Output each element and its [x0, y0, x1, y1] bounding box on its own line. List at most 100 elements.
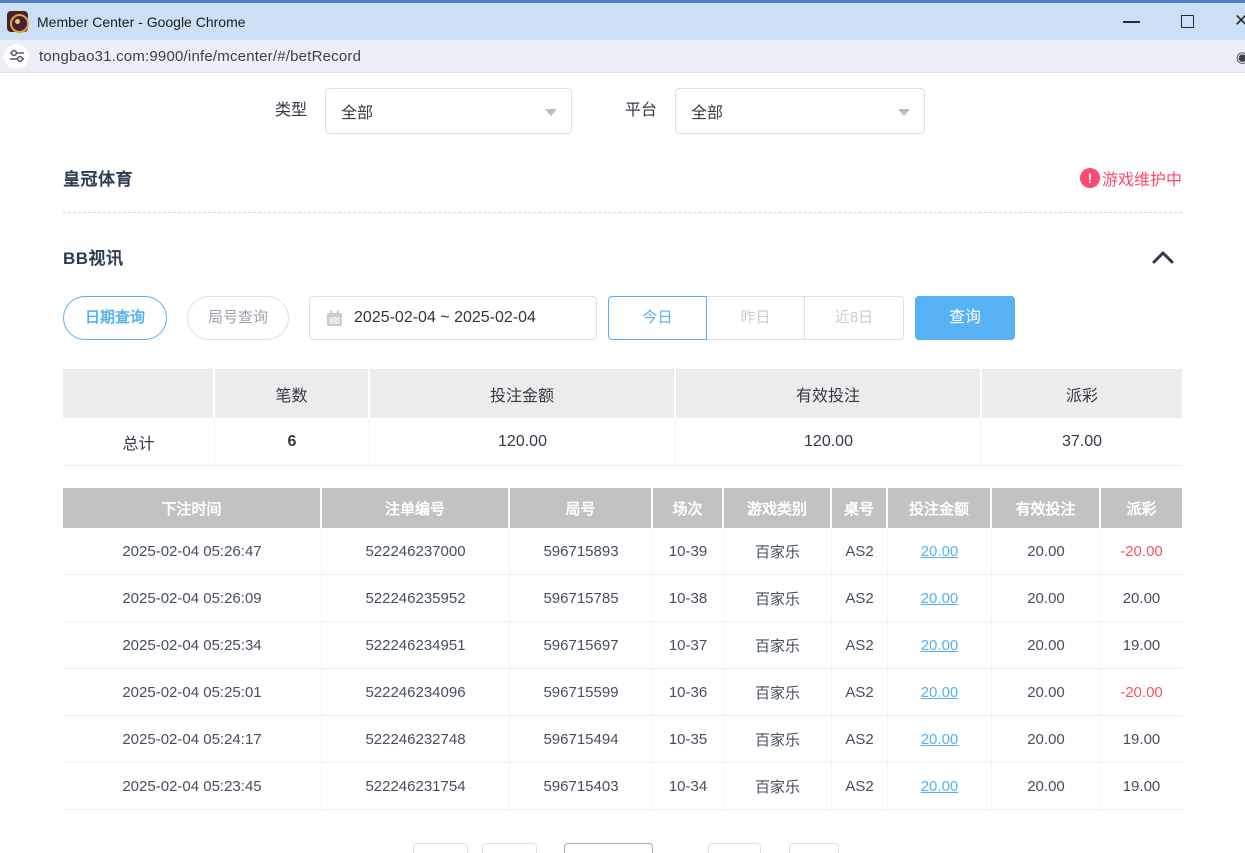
- bet-cell: 19.00: [1101, 716, 1182, 763]
- bet-header-cell: 注单编号: [322, 488, 510, 528]
- bet-head-row: 下注时间注单编号局号场次游戏类别桌号投注金额有效投注派彩: [63, 488, 1182, 528]
- platform-filter-label: 平台: [625, 88, 657, 134]
- pagination-button[interactable]: [708, 843, 761, 853]
- bet-cell: 百家乐: [724, 528, 832, 575]
- recording-indicator-icon[interactable]: ◉: [1236, 48, 1245, 66]
- date-range-value: 2025-02-04 ~ 2025-02-04: [354, 309, 536, 327]
- bet-cell: 596715785: [510, 575, 653, 622]
- bet-amount-link[interactable]: 20.00: [921, 543, 959, 560]
- bet-cell: 2025-02-04 05:23:45: [63, 763, 322, 810]
- bet-cell: 2025-02-04 05:25:01: [63, 669, 322, 716]
- bet-cell: AS2: [832, 622, 888, 669]
- bet-cell: AS2: [832, 716, 888, 763]
- summary-header-cell: 笔数: [215, 369, 370, 418]
- bet-cell: 522246234951: [322, 622, 510, 669]
- quick-range-group: 今日 昨日 近8日: [608, 296, 904, 340]
- bet-cell: 百家乐: [724, 622, 832, 669]
- bet-cell: 20.00: [888, 763, 992, 810]
- pagination-button[interactable]: [482, 843, 537, 853]
- bet-amount-link[interactable]: 20.00: [921, 684, 959, 701]
- search-button[interactable]: 查询: [915, 296, 1015, 340]
- close-button-icon[interactable]: ✕: [1234, 11, 1245, 31]
- last-8-days-button[interactable]: 近8日: [805, 296, 904, 340]
- summary-value-cell: 120.00: [676, 418, 982, 466]
- summary-header-cell: 派彩: [982, 369, 1182, 418]
- bet-cell: 522246234096: [322, 669, 510, 716]
- bet-header-cell: 下注时间: [63, 488, 322, 528]
- bet-header-cell: 场次: [653, 488, 724, 528]
- bet-cell: 10-35: [653, 716, 724, 763]
- table-row: 2025-02-04 05:23:45522246231754596715403…: [63, 763, 1182, 810]
- table-row: 2025-02-04 05:26:47522246237000596715893…: [63, 528, 1182, 575]
- page-content: 类型 全部 平台 全部 皇冠体育 ! 游戏维护中 BB视讯: [0, 88, 1245, 853]
- bet-cell: AS2: [832, 669, 888, 716]
- summary-value-cell: 120.00: [370, 418, 676, 466]
- bet-cell: 20.00: [992, 622, 1101, 669]
- summary-header-cell: 投注金额: [370, 369, 676, 418]
- bet-cell: 20.00: [888, 669, 992, 716]
- bet-cell: -20.00: [1101, 528, 1182, 575]
- bet-cell: 百家乐: [724, 763, 832, 810]
- bet-cell: 20.00: [888, 575, 992, 622]
- pagination-current-page[interactable]: [564, 843, 653, 853]
- table-row: 2025-02-04 05:25:34522246234951596715697…: [63, 622, 1182, 669]
- summary-body-row: 总计6120.00120.0037.00: [63, 418, 1182, 466]
- chevron-down-icon: [545, 109, 557, 116]
- bet-cell: 2025-02-04 05:26:47: [63, 528, 322, 575]
- date-range-input[interactable]: 2025-02-04 ~ 2025-02-04: [309, 296, 597, 340]
- bet-cell: AS2: [832, 763, 888, 810]
- maximize-button-icon[interactable]: [1181, 15, 1194, 28]
- platform-select[interactable]: 全部: [675, 88, 925, 134]
- chevron-up-icon[interactable]: [1152, 250, 1174, 264]
- url-text[interactable]: tongbao31.com:9900/infe/mcenter/#/betRec…: [39, 48, 361, 65]
- pagination-button[interactable]: [413, 843, 468, 853]
- minimize-button-icon[interactable]: [1123, 21, 1140, 23]
- bet-cell: 522246235952: [322, 575, 510, 622]
- bet-cell: 522246237000: [322, 528, 510, 575]
- yesterday-button[interactable]: 昨日: [707, 296, 805, 340]
- maintenance-status-badge: ! 游戏维护中: [1080, 166, 1182, 190]
- bet-cell: 10-39: [653, 528, 724, 575]
- table-row: 2025-02-04 05:26:09522246235952596715785…: [63, 575, 1182, 622]
- summary-value-cell: 6: [215, 418, 370, 466]
- summary-head-row: 笔数投注金额有效投注派彩: [63, 369, 1182, 418]
- summary-header-cell: [63, 369, 215, 418]
- date-query-button[interactable]: 日期查询: [63, 296, 167, 340]
- bet-cell: 19.00: [1101, 763, 1182, 810]
- bet-cell: AS2: [832, 575, 888, 622]
- bet-cell: -20.00: [1101, 669, 1182, 716]
- bet-cell: 百家乐: [724, 669, 832, 716]
- bet-cell: 596715697: [510, 622, 653, 669]
- bet-cell: 20.00: [992, 575, 1101, 622]
- browser-window: Member Center - Google Chrome ✕ tongbao3…: [0, 0, 1245, 853]
- bet-records-table: 下注时间注单编号局号场次游戏类别桌号投注金额有效投注派彩 2025-02-04 …: [63, 488, 1182, 810]
- bet-header-cell: 局号: [510, 488, 653, 528]
- calendar-icon: [326, 310, 343, 327]
- platform-select-value: 全部: [691, 99, 723, 123]
- title-bar: Member Center - Google Chrome ✕: [0, 0, 1245, 40]
- today-button[interactable]: 今日: [608, 296, 707, 340]
- summary-row-label: 总计: [63, 418, 215, 466]
- site-settings-icon[interactable]: [4, 44, 29, 69]
- bet-cell: 20.00: [992, 528, 1101, 575]
- bb-live-title: BB视讯: [63, 244, 124, 269]
- bet-cell: 2025-02-04 05:24:17: [63, 716, 322, 763]
- bet-amount-link[interactable]: 20.00: [921, 590, 959, 607]
- bet-header-cell: 派彩: [1101, 488, 1182, 528]
- bet-amount-link[interactable]: 20.00: [921, 731, 959, 748]
- bet-cell: 522246231754: [322, 763, 510, 810]
- bet-header-cell: 有效投注: [992, 488, 1101, 528]
- bet-amount-link[interactable]: 20.00: [921, 778, 959, 795]
- bet-cell: 2025-02-04 05:26:09: [63, 575, 322, 622]
- bet-cell: 百家乐: [724, 716, 832, 763]
- type-select[interactable]: 全部: [325, 88, 572, 134]
- bet-amount-link[interactable]: 20.00: [921, 637, 959, 654]
- pagination-button[interactable]: [789, 843, 839, 853]
- bet-cell: 20.00: [992, 763, 1101, 810]
- bet-cell: 19.00: [1101, 622, 1182, 669]
- round-query-button[interactable]: 局号查询: [187, 296, 289, 340]
- bet-header-cell: 桌号: [832, 488, 888, 528]
- filter-row: 类型 全部 平台 全部: [63, 88, 1182, 134]
- summary-header-cell: 有效投注: [676, 369, 982, 418]
- type-filter-label: 类型: [275, 88, 307, 134]
